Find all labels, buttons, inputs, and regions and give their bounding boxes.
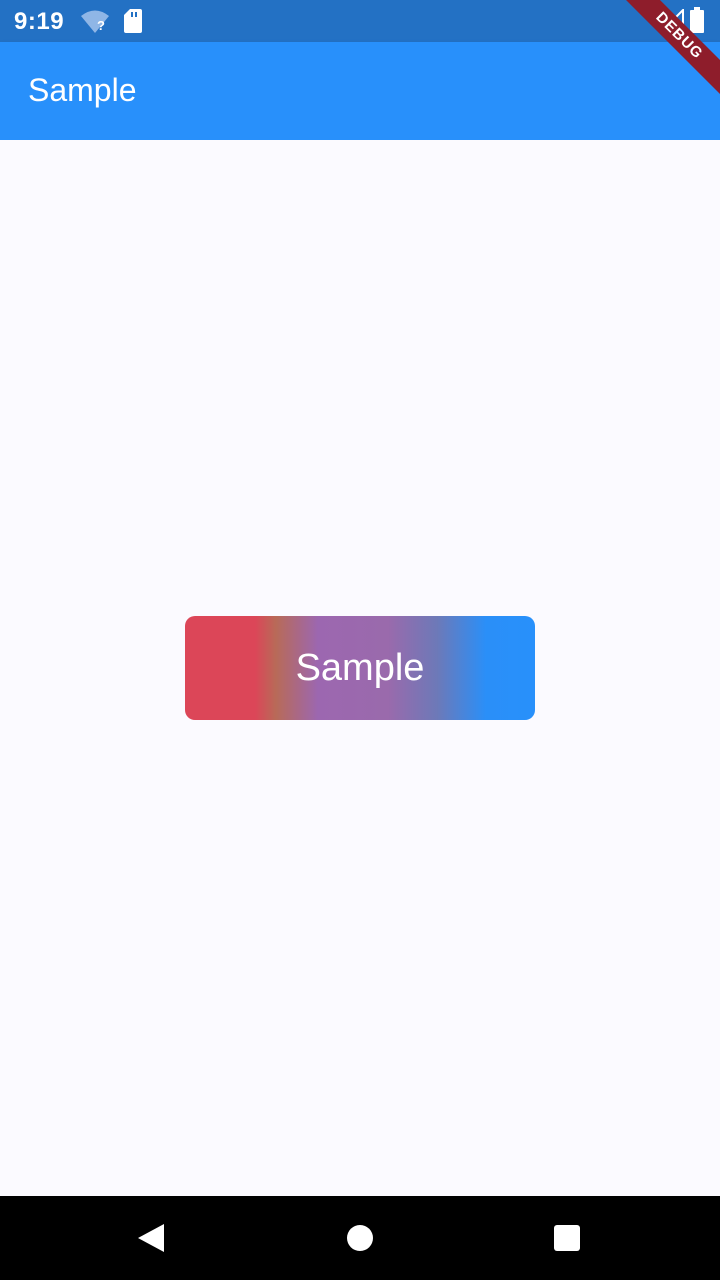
back-icon[interactable] <box>136 1222 166 1254</box>
app-bar: Sample <box>0 42 720 140</box>
svg-text:?: ? <box>97 18 105 33</box>
navigation-bar <box>0 1196 720 1280</box>
app-title: Sample <box>28 72 137 108</box>
sample-gradient-button[interactable]: Sample <box>185 616 535 720</box>
wifi-icon: ? <box>81 10 109 33</box>
status-bar: 9:19 ? <box>0 0 720 42</box>
recents-icon[interactable] <box>554 1225 580 1251</box>
battery-icon <box>690 7 704 33</box>
home-icon[interactable] <box>346 1224 374 1252</box>
signal-icon <box>660 9 684 33</box>
status-time: 9:19 <box>14 8 65 35</box>
sd-card-icon <box>124 9 142 33</box>
